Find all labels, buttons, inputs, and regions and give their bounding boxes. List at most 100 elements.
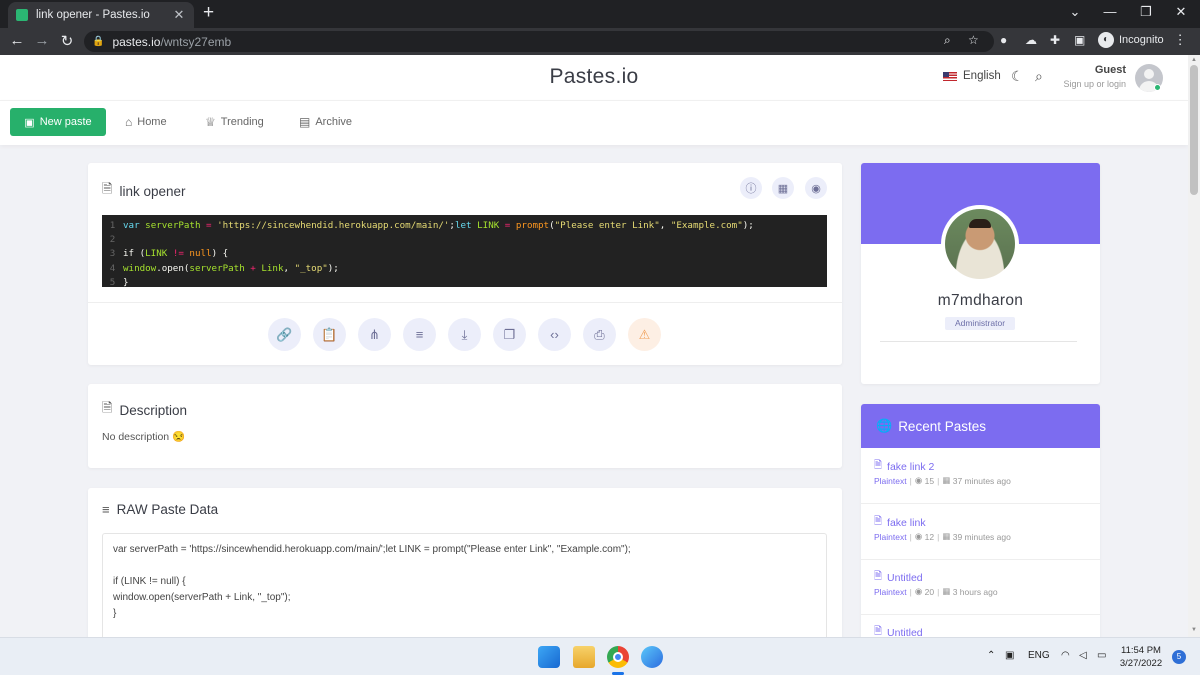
side-panel-icon[interactable]: ▣: [1074, 33, 1085, 47]
description-text: No description 😒: [102, 431, 186, 443]
code-block[interactable]: 1 var serverPath = 'https://sincewhendid…: [102, 215, 827, 290]
raw-paste-textarea[interactable]: var serverPath = 'https://sincewhendid.h…: [102, 533, 827, 643]
code-line: 5 }: [102, 276, 827, 290]
print-button[interactable]: ⎙: [583, 318, 616, 351]
download-button[interactable]: ⤓: [448, 318, 481, 351]
views-eye-icon[interactable]: ◉: [805, 177, 827, 199]
paste-title-text: link opener: [119, 183, 186, 199]
volume-icon[interactable]: ◁: [1079, 650, 1087, 661]
language-selector[interactable]: English: [943, 70, 1001, 82]
paste-views: 12: [924, 531, 935, 542]
nav-archive[interactable]: ▤ Archive: [299, 115, 352, 129]
incognito-indicator[interactable]: ◐ Incognito ⋮: [1098, 32, 1187, 48]
scrollbar-thumb[interactable]: [1190, 65, 1198, 195]
calendar-icon[interactable]: ▦: [772, 177, 794, 199]
profile-avatar[interactable]: [941, 205, 1019, 283]
nav-home[interactable]: ⌂ Home: [125, 115, 167, 129]
search-icon[interactable]: ⌕: [1035, 68, 1043, 85]
tray-chevron-icon[interactable]: ⌃: [987, 650, 995, 661]
calendar-icon: ▦: [942, 531, 951, 541]
description-heading-text: Description: [119, 402, 187, 418]
browser-menu-icon[interactable]: ⋮: [1174, 32, 1187, 48]
copy-link-button[interactable]: 🔗: [268, 318, 301, 351]
recent-paste-title[interactable]: 🗎 fake link 2: [874, 458, 934, 475]
raw-heading-text: RAW Paste Data: [116, 502, 219, 517]
document-icon: 🗎: [102, 181, 113, 196]
forward-button[interactable]: →: [33, 32, 51, 49]
notification-badge[interactable]: 5: [1172, 650, 1186, 664]
line-number: 1: [109, 220, 116, 231]
raw-view-button[interactable]: ≡: [403, 318, 436, 351]
new-paste-button[interactable]: ▣ New paste: [10, 108, 106, 136]
paste-time: 37 minutes ago: [952, 475, 1011, 486]
browser-tab[interactable]: link opener - Pastes.io ✕: [8, 2, 194, 28]
wifi-icon[interactable]: ◠: [1061, 650, 1070, 661]
card-divider: [88, 302, 842, 303]
maximize-button[interactable]: ❐: [1136, 4, 1156, 20]
input-language[interactable]: ENG: [1028, 650, 1050, 661]
paste-time: 39 minutes ago: [952, 531, 1011, 542]
extension-icon[interactable]: ☁: [1025, 33, 1037, 47]
recent-pastes-header: 🌐 Recent Pastes: [861, 404, 1100, 448]
link-icon: 🔗: [276, 326, 293, 342]
dark-mode-moon-icon[interactable]: ☾: [1011, 68, 1024, 85]
new-file-icon: ▣: [24, 116, 35, 129]
align-left-icon: ≡: [102, 502, 110, 517]
close-window-button[interactable]: ✕: [1171, 4, 1191, 20]
nav-trending[interactable]: ♕ Trending: [205, 115, 264, 129]
windows-start-icon[interactable]: [538, 646, 560, 668]
system-clock[interactable]: 11:54 PM 3/27/2022: [1116, 644, 1166, 670]
document-icon: 🗎: [102, 400, 113, 415]
paste-title: 🗎 link opener: [102, 180, 186, 202]
report-button[interactable]: ⚠: [628, 318, 661, 351]
close-tab-icon[interactable]: ✕: [172, 7, 186, 23]
taskbar-app-icon[interactable]: [641, 646, 663, 668]
zoom-search-icon[interactable]: ⌕: [944, 33, 951, 48]
recent-paste-title[interactable]: 🗎 Untitled: [874, 569, 923, 586]
info-icon[interactable]: ⓘ: [740, 177, 762, 199]
recent-paste-item[interactable]: 🗎 Untitled: [861, 615, 1100, 639]
user-menu[interactable]: Guest Sign up or login: [1060, 64, 1126, 89]
recent-paste-title[interactable]: 🗎 fake link: [874, 514, 926, 531]
reload-button[interactable]: ↻: [58, 32, 76, 50]
clone-button[interactable]: ❐: [493, 318, 526, 351]
site-header: Pastes.io English ☾ ⌕ Guest Sign up or l…: [0, 55, 1188, 100]
recent-paste-item[interactable]: 🗎 fake link Plaintext | ◉ 12 | ▦ 39 minute…: [861, 505, 1100, 560]
page-scrollbar[interactable]: ▲ ▼: [1188, 55, 1200, 637]
share-icon: ⋔: [369, 326, 380, 342]
recent-paste-meta: Plaintext | ◉ 20 | ▦ 3 hours ago: [874, 586, 998, 597]
scroll-down-arrow-icon[interactable]: ▼: [1188, 627, 1200, 633]
signup-login-link[interactable]: Sign up or login: [1060, 79, 1126, 89]
address-bar[interactable]: 🔒 pastes.io /wntsy27emb: [84, 31, 994, 52]
file-explorer-icon[interactable]: [573, 646, 595, 668]
embed-button[interactable]: ‹›: [538, 318, 571, 351]
paste-language: Plaintext: [874, 586, 907, 597]
battery-icon[interactable]: ▭: [1097, 650, 1106, 661]
code-line: 2: [102, 233, 827, 247]
code-icon: ‹›: [550, 327, 559, 342]
line-number: 2: [109, 234, 116, 246]
tray-app-icon[interactable]: ▣: [1005, 650, 1014, 661]
guest-name: Guest: [1094, 64, 1126, 76]
new-tab-button[interactable]: +: [203, 3, 214, 23]
incognito-label: Incognito: [1119, 34, 1164, 46]
minimize-button[interactable]: —: [1100, 4, 1120, 19]
profile-username[interactable]: m7mdharon: [861, 292, 1100, 310]
bookmark-star-icon[interactable]: ☆: [968, 33, 979, 47]
tab-search-icon[interactable]: ⌄: [1065, 4, 1085, 20]
scroll-up-arrow-icon[interactable]: ▲: [1188, 57, 1200, 63]
cookie-extension-icon[interactable]: ●: [1000, 33, 1007, 47]
paste-language: Plaintext: [874, 475, 907, 486]
share-button[interactable]: ⋔: [358, 318, 391, 351]
back-button[interactable]: ←: [8, 32, 26, 49]
document-icon: 🗎: [874, 516, 883, 527]
extensions-puzzle-icon[interactable]: ✚: [1050, 33, 1060, 47]
url-path: /wntsy27emb: [160, 34, 232, 49]
recent-paste-item[interactable]: 🗎 fake link 2 Plaintext | ◉ 15 | ▦ 37 minu…: [861, 449, 1100, 504]
lock-icon[interactable]: 🔒: [92, 36, 104, 47]
description-card: [88, 384, 842, 468]
chrome-icon[interactable]: [607, 646, 629, 668]
copy-clipboard-button[interactable]: 📋: [313, 318, 346, 351]
recent-paste-item[interactable]: 🗎 Untitled Plaintext | ◉ 20 | ▦ 3 hours ag…: [861, 560, 1100, 615]
site-logo[interactable]: Pastes.io: [0, 65, 1188, 89]
